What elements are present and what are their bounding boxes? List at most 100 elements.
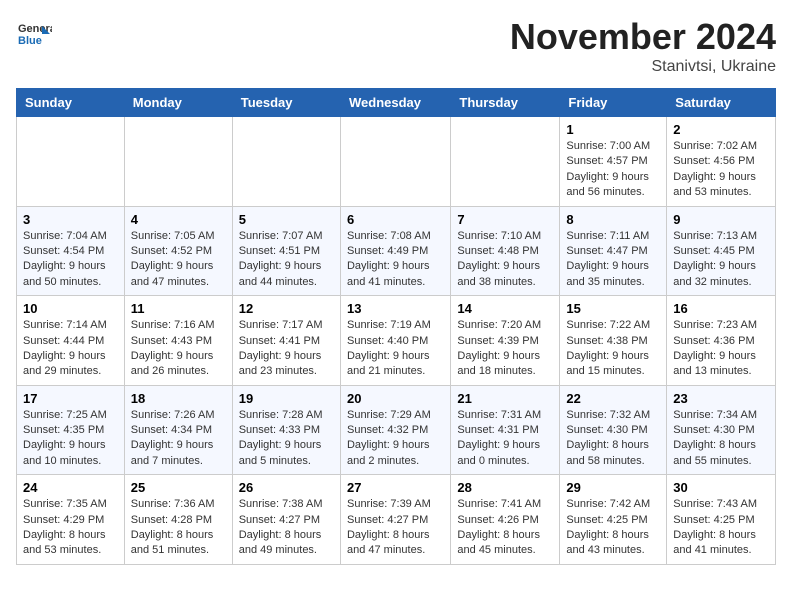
calendar-cell: 18 Sunrise: 7:26 AM Sunset: 4:34 PM Dayli…: [124, 385, 232, 475]
weekday-header-row: SundayMondayTuesdayWednesdayThursdayFrid…: [17, 89, 776, 117]
day-number: 24: [23, 480, 118, 495]
calendar-cell: [232, 117, 340, 207]
day-info: Sunrise: 7:41 AM Sunset: 4:26 PM Dayligh…: [457, 497, 553, 559]
weekday-header: Monday: [124, 89, 232, 117]
day-number: 25: [131, 480, 226, 495]
calendar-cell: 15 Sunrise: 7:22 AM Sunset: 4:38 PM Dayli…: [560, 296, 667, 386]
title-block: November 2024 Stanivtsi, Ukraine: [510, 16, 776, 76]
day-number: 6: [347, 212, 444, 227]
calendar-cell: 2 Sunrise: 7:02 AM Sunset: 4:56 PM Daylig…: [667, 117, 776, 207]
day-info: Sunrise: 7:13 AM Sunset: 4:45 PM Dayligh…: [673, 229, 769, 291]
day-number: 30: [673, 480, 769, 495]
day-number: 22: [566, 391, 660, 406]
calendar-cell: 12Sunrise: 7:17 AM Sunset: 4:41 PM Dayli…: [232, 296, 340, 386]
calendar-cell: [451, 117, 560, 207]
calendar-week-row: 3 Sunrise: 7:04 AM Sunset: 4:54 PM Daylig…: [17, 206, 776, 296]
day-info: Sunrise: 7:25 AM Sunset: 4:35 PM Dayligh…: [23, 408, 118, 470]
svg-text:Blue: Blue: [18, 35, 42, 47]
calendar-cell: 1 Sunrise: 7:00 AM Sunset: 4:57 PM Daylig…: [560, 117, 667, 207]
day-number: 8: [566, 212, 660, 227]
calendar-week-row: 24 Sunrise: 7:35 AM Sunset: 4:29 PM Dayli…: [17, 475, 776, 565]
calendar-week-row: 17Sunrise: 7:25 AM Sunset: 4:35 PM Dayli…: [17, 385, 776, 475]
calendar-cell: 23 Sunrise: 7:34 AM Sunset: 4:30 PM Dayli…: [667, 385, 776, 475]
day-number: 29: [566, 480, 660, 495]
day-number: 13: [347, 301, 444, 316]
day-info: Sunrise: 7:26 AM Sunset: 4:34 PM Dayligh…: [131, 408, 226, 470]
day-info: Sunrise: 7:14 AM Sunset: 4:44 PM Dayligh…: [23, 318, 118, 380]
day-info: Sunrise: 7:16 AM Sunset: 4:43 PM Dayligh…: [131, 318, 226, 380]
day-number: 4: [131, 212, 226, 227]
calendar-cell: 16 Sunrise: 7:23 AM Sunset: 4:36 PM Dayli…: [667, 296, 776, 386]
day-info: Sunrise: 7:23 AM Sunset: 4:36 PM Dayligh…: [673, 318, 769, 380]
day-info: Sunrise: 7:36 AM Sunset: 4:28 PM Dayligh…: [131, 497, 226, 559]
calendar-cell: 24 Sunrise: 7:35 AM Sunset: 4:29 PM Dayli…: [17, 475, 125, 565]
calendar-cell: 7 Sunrise: 7:10 AM Sunset: 4:48 PM Daylig…: [451, 206, 560, 296]
logo: General Blue: [16, 16, 56, 52]
calendar-cell: 25 Sunrise: 7:36 AM Sunset: 4:28 PM Dayli…: [124, 475, 232, 565]
weekday-header: Sunday: [17, 89, 125, 117]
day-number: 15: [566, 301, 660, 316]
day-number: 14: [457, 301, 553, 316]
calendar-cell: 5Sunrise: 7:07 AM Sunset: 4:51 PM Daylig…: [232, 206, 340, 296]
day-info: Sunrise: 7:04 AM Sunset: 4:54 PM Dayligh…: [23, 229, 118, 291]
weekday-header: Friday: [560, 89, 667, 117]
day-number: 5: [239, 212, 334, 227]
calendar-cell: 13Sunrise: 7:19 AM Sunset: 4:40 PM Dayli…: [340, 296, 450, 386]
day-info: Sunrise: 7:10 AM Sunset: 4:48 PM Dayligh…: [457, 229, 553, 291]
day-number: 3: [23, 212, 118, 227]
calendar-week-row: 1 Sunrise: 7:00 AM Sunset: 4:57 PM Daylig…: [17, 117, 776, 207]
calendar-cell: 8 Sunrise: 7:11 AM Sunset: 4:47 PM Daylig…: [560, 206, 667, 296]
day-info: Sunrise: 7:22 AM Sunset: 4:38 PM Dayligh…: [566, 318, 660, 380]
day-number: 9: [673, 212, 769, 227]
weekday-header: Tuesday: [232, 89, 340, 117]
day-number: 7: [457, 212, 553, 227]
day-info: Sunrise: 7:35 AM Sunset: 4:29 PM Dayligh…: [23, 497, 118, 559]
day-number: 1: [566, 122, 660, 137]
calendar-cell: [17, 117, 125, 207]
calendar-cell: 4 Sunrise: 7:05 AM Sunset: 4:52 PM Daylig…: [124, 206, 232, 296]
calendar-cell: 20 Sunrise: 7:29 AM Sunset: 4:32 PM Dayli…: [340, 385, 450, 475]
day-info: Sunrise: 7:17 AM Sunset: 4:41 PM Dayligh…: [239, 318, 334, 380]
day-number: 23: [673, 391, 769, 406]
calendar-week-row: 10 Sunrise: 7:14 AM Sunset: 4:44 PM Dayli…: [17, 296, 776, 386]
calendar-cell: 9 Sunrise: 7:13 AM Sunset: 4:45 PM Daylig…: [667, 206, 776, 296]
calendar-cell: 14 Sunrise: 7:20 AM Sunset: 4:39 PM Dayli…: [451, 296, 560, 386]
day-number: 16: [673, 301, 769, 316]
calendar-cell: [340, 117, 450, 207]
calendar-cell: 21Sunrise: 7:31 AM Sunset: 4:31 PM Dayli…: [451, 385, 560, 475]
day-number: 19: [239, 391, 334, 406]
day-info: Sunrise: 7:05 AM Sunset: 4:52 PM Dayligh…: [131, 229, 226, 291]
day-info: Sunrise: 7:28 AM Sunset: 4:33 PM Dayligh…: [239, 408, 334, 470]
calendar-cell: 3 Sunrise: 7:04 AM Sunset: 4:54 PM Daylig…: [17, 206, 125, 296]
day-number: 2: [673, 122, 769, 137]
logo-icon: General Blue: [16, 16, 52, 52]
weekday-header: Thursday: [451, 89, 560, 117]
day-info: Sunrise: 7:02 AM Sunset: 4:56 PM Dayligh…: [673, 139, 769, 201]
calendar-cell: 11 Sunrise: 7:16 AM Sunset: 4:43 PM Dayli…: [124, 296, 232, 386]
day-info: Sunrise: 7:32 AM Sunset: 4:30 PM Dayligh…: [566, 408, 660, 470]
calendar-table: SundayMondayTuesdayWednesdayThursdayFrid…: [16, 88, 776, 565]
day-info: Sunrise: 7:39 AM Sunset: 4:27 PM Dayligh…: [347, 497, 444, 559]
day-number: 20: [347, 391, 444, 406]
day-info: Sunrise: 7:20 AM Sunset: 4:39 PM Dayligh…: [457, 318, 553, 380]
day-info: Sunrise: 7:34 AM Sunset: 4:30 PM Dayligh…: [673, 408, 769, 470]
page-header: General Blue November 2024 Stanivtsi, Uk…: [16, 16, 776, 76]
location-subtitle: Stanivtsi, Ukraine: [510, 58, 776, 76]
day-number: 11: [131, 301, 226, 316]
day-number: 21: [457, 391, 553, 406]
day-info: Sunrise: 7:11 AM Sunset: 4:47 PM Dayligh…: [566, 229, 660, 291]
calendar-cell: 27 Sunrise: 7:39 AM Sunset: 4:27 PM Dayli…: [340, 475, 450, 565]
day-info: Sunrise: 7:29 AM Sunset: 4:32 PM Dayligh…: [347, 408, 444, 470]
day-number: 10: [23, 301, 118, 316]
calendar-cell: [124, 117, 232, 207]
calendar-cell: 10 Sunrise: 7:14 AM Sunset: 4:44 PM Dayli…: [17, 296, 125, 386]
day-number: 18: [131, 391, 226, 406]
calendar-cell: 26 Sunrise: 7:38 AM Sunset: 4:27 PM Dayli…: [232, 475, 340, 565]
day-info: Sunrise: 7:43 AM Sunset: 4:25 PM Dayligh…: [673, 497, 769, 559]
day-info: Sunrise: 7:00 AM Sunset: 4:57 PM Dayligh…: [566, 139, 660, 201]
day-number: 26: [239, 480, 334, 495]
day-number: 27: [347, 480, 444, 495]
calendar-cell: 19 Sunrise: 7:28 AM Sunset: 4:33 PM Dayli…: [232, 385, 340, 475]
day-info: Sunrise: 7:08 AM Sunset: 4:49 PM Dayligh…: [347, 229, 444, 291]
day-info: Sunrise: 7:38 AM Sunset: 4:27 PM Dayligh…: [239, 497, 334, 559]
